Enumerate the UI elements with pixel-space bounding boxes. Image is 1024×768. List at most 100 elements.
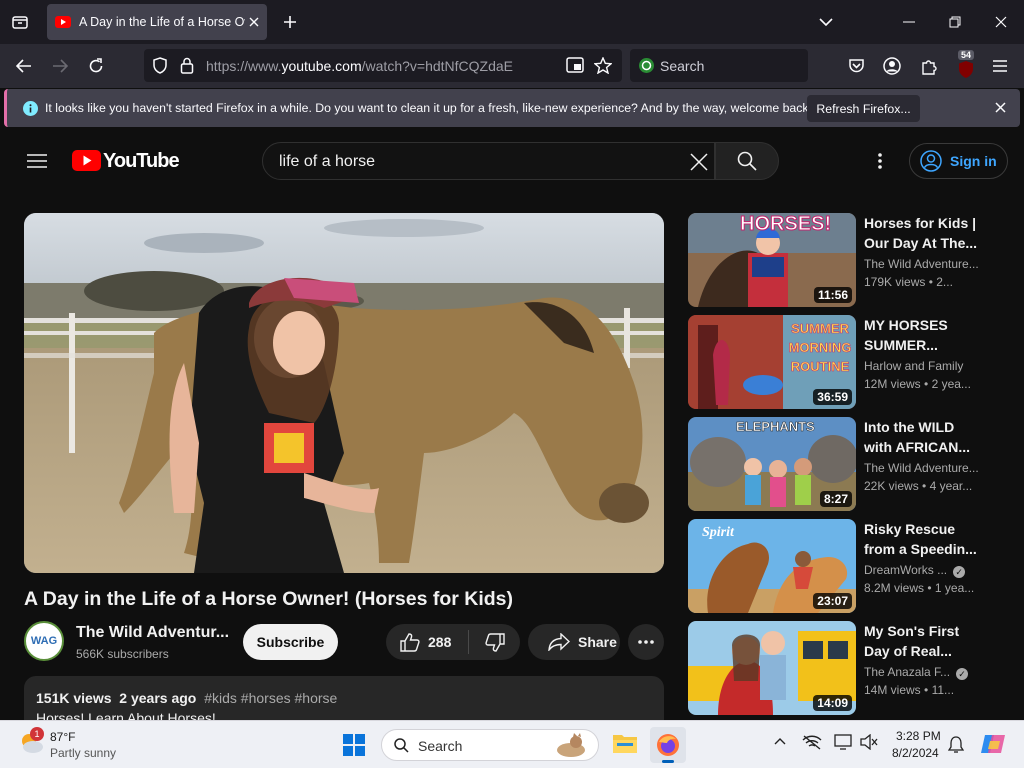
channel-avatar[interactable]: WAG: [24, 621, 64, 661]
youtube-logo-text[interactable]: YouTube: [103, 150, 180, 173]
refresh-firefox-button[interactable]: Refresh Firefox...: [807, 95, 920, 122]
guide-menu-icon[interactable]: [24, 148, 50, 174]
thumbnail-overlay-text: HORSES!: [739, 213, 832, 236]
clock-time[interactable]: 3:28 PM: [896, 729, 941, 743]
video-player[interactable]: [24, 213, 664, 573]
thumbs-up-icon: [400, 632, 420, 652]
thumbnail-overlay-text: ELEPHANTS: [736, 419, 815, 435]
list-all-tabs-icon[interactable]: [814, 10, 838, 34]
account-icon[interactable]: [880, 54, 904, 78]
web-search-bar[interactable]: Search: [630, 49, 808, 82]
close-tab-icon[interactable]: [249, 17, 259, 27]
weather-temperature: 87°F: [50, 730, 76, 744]
clock-date[interactable]: 8/2/2024: [892, 746, 939, 760]
file-explorer-icon[interactable]: [612, 731, 638, 757]
recommendation-thumbnail[interactable]: 14:09: [688, 621, 856, 715]
recommendation-channel[interactable]: The Wild Adventure...: [864, 461, 979, 475]
search-query-text: life of a horse: [279, 153, 376, 170]
forward-arrow-icon[interactable]: [48, 54, 72, 78]
recommendation-channel[interactable]: Harlow and Family: [864, 359, 963, 373]
reload-icon[interactable]: [84, 54, 108, 78]
recommendation-channel[interactable]: The Wild Adventure...: [864, 257, 979, 271]
settings-kebab-icon[interactable]: [868, 149, 892, 173]
clear-search-icon[interactable]: [690, 153, 708, 171]
tab-list-icon[interactable]: [8, 10, 32, 34]
recommendation-channel[interactable]: DreamWorks ... ✓: [864, 563, 966, 578]
display-icon[interactable]: [834, 734, 852, 750]
recommendation-title[interactable]: Into the WILD with AFRICAN...: [864, 417, 984, 457]
network-icon[interactable]: [802, 734, 822, 750]
bookmark-star-icon[interactable]: [594, 57, 612, 74]
recommendation-item[interactable]: Spirit 23:07 Risky Rescue from a Speedin.…: [688, 519, 1018, 613]
recommendation-item[interactable]: HORSES! 11:56 Horses for Kids | Our Day A…: [688, 213, 1018, 307]
youtube-logo-icon[interactable]: [72, 150, 101, 171]
search-button[interactable]: [715, 142, 779, 180]
video-duration: 14:09: [813, 695, 852, 711]
windows-logo-icon: [343, 734, 365, 756]
volume-muted-icon[interactable]: [860, 734, 878, 750]
view-stats: 151K views 2 years ago #kids #horses #ho…: [36, 690, 337, 706]
restore-icon[interactable]: [943, 10, 967, 34]
search-icon: [394, 738, 409, 753]
channel-name[interactable]: The Wild Adventur...: [76, 624, 229, 642]
start-button[interactable]: [342, 733, 366, 757]
more-actions-button[interactable]: [628, 624, 664, 660]
sign-in-button[interactable]: Sign in: [909, 143, 1008, 179]
hamburger-menu-icon[interactable]: [988, 54, 1012, 78]
view-count: 151K views: [36, 690, 112, 706]
recommendation-title[interactable]: My Son's First Day of Real...: [864, 621, 984, 661]
recommendation-thumbnail[interactable]: Spirit 23:07: [688, 519, 856, 613]
thumbs-down-icon: [484, 632, 505, 652]
picture-in-picture-icon[interactable]: [566, 57, 584, 73]
navigation-toolbar: https://www.youtube.com/watch?v=hdtNfCQZ…: [0, 44, 1024, 88]
recommendation-thumbnail[interactable]: SUMMER MORNING ROUTINE 36:59: [688, 315, 856, 409]
back-arrow-icon[interactable]: [12, 54, 36, 78]
notification-bell-icon[interactable]: [948, 736, 964, 754]
address-bar[interactable]: https://www.youtube.com/watch?v=hdtNfCQZ…: [144, 49, 622, 82]
recommendation-title[interactable]: Horses for Kids | Our Day At The...: [864, 213, 984, 253]
recommendation-thumbnail[interactable]: ELEPHANTS 8:27: [688, 417, 856, 511]
thumbnail-overlay-text: Spirit: [702, 525, 734, 540]
extensions-puzzle-icon[interactable]: [916, 54, 940, 78]
recommendation-title[interactable]: MY HORSES SUMMER...: [864, 315, 984, 355]
notification-message: It looks like you haven't started Firefo…: [45, 101, 812, 115]
channel-avatar-text: WAG: [30, 635, 58, 647]
verified-check-icon: ✓: [953, 566, 966, 578]
minimize-icon[interactable]: [897, 10, 921, 34]
recommendation-thumbnail[interactable]: HORSES! 11:56: [688, 213, 856, 307]
youtube-favicon-icon: [55, 16, 71, 28]
lock-icon[interactable]: [180, 57, 194, 74]
close-notification-icon[interactable]: [995, 102, 1006, 113]
tab-title: A Day in the Life of a Horse Owner! (Hor…: [79, 15, 245, 29]
recommendation-meta: 22K views • 4 year...: [864, 479, 973, 493]
new-tab-icon[interactable]: [278, 10, 302, 34]
youtube-search-input[interactable]: life of a horse: [262, 142, 715, 180]
recommendation-meta: 12M views • 2 yea...: [864, 377, 971, 391]
pocket-icon[interactable]: [844, 54, 868, 78]
copilot-icon[interactable]: [980, 731, 1006, 757]
recommendation-item[interactable]: ELEPHANTS 8:27 Into the WILD with AFRICAN…: [688, 417, 1018, 511]
dislike-button[interactable]: [469, 624, 520, 660]
recommendation-channel[interactable]: The Anazala F... ✓: [864, 665, 969, 680]
show-hidden-icons-chevron-icon[interactable]: [774, 737, 786, 745]
recommendation-title[interactable]: Risky Rescue from a Speedin...: [864, 519, 984, 559]
user-circle-icon: [920, 150, 942, 172]
subscribe-button[interactable]: Subscribe: [243, 624, 338, 660]
like-button[interactable]: 288: [386, 624, 468, 660]
search-highlight-icon: [554, 732, 588, 758]
recommendation-item[interactable]: SUMMER MORNING ROUTINE 36:59 MY HORSES SU…: [688, 315, 1018, 409]
tracking-protection-shield-icon[interactable]: [152, 57, 168, 74]
video-duration: 23:07: [813, 593, 852, 609]
upload-age: 2 years ago: [119, 690, 197, 706]
close-window-icon[interactable]: [989, 10, 1013, 34]
firefox-taskbar-icon[interactable]: [650, 727, 686, 763]
taskbar-search-box[interactable]: Search: [381, 729, 599, 761]
like-dislike-group: 288: [386, 624, 520, 660]
share-button[interactable]: Share: [528, 624, 620, 660]
hashtags[interactable]: #kids #horses #horse: [204, 690, 337, 706]
active-tab[interactable]: A Day in the Life of a Horse Owner! (Hor…: [47, 4, 267, 40]
url-text: https://www.youtube.com/watch?v=hdtNfCQZ…: [206, 58, 513, 74]
extension-badge-count: 54: [958, 50, 975, 60]
recommendation-item[interactable]: 14:09 My Son's First Day of Real... The A…: [688, 621, 1018, 715]
ublock-extension-icon[interactable]: 54: [952, 50, 980, 80]
